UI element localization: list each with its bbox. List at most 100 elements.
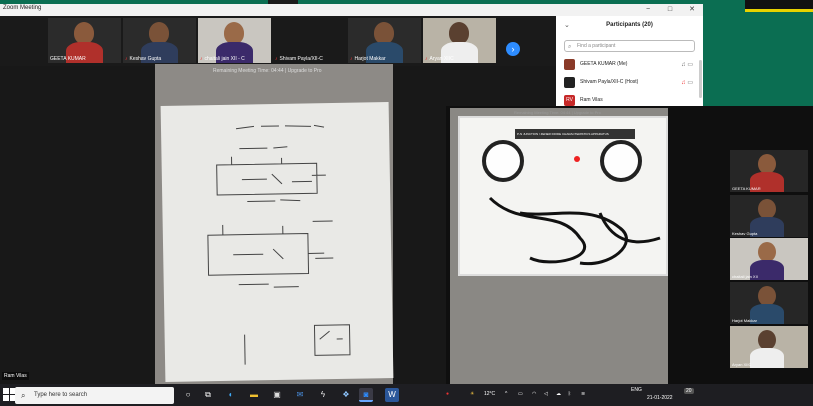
tile-name: ♪ Shivam Payla/XII-C <box>275 56 323 62</box>
tile-name: ♪ chaitali jain XII - C <box>200 56 245 62</box>
participant-name: Ram Vilas <box>580 97 603 103</box>
mic-muted-icon: ♪ <box>425 56 428 62</box>
volume-icon[interactable]: ◁ <box>544 391 548 397</box>
tile-name: GEETA KUMAR <box>732 186 761 191</box>
remaining-time-banner[interactable]: Remaining Meeting Time: 04:44 | Upgrade … <box>213 68 322 74</box>
avatar: RV <box>564 95 575 106</box>
close-button[interactable]: ✕ <box>681 4 703 16</box>
file-explorer-icon[interactable]: ▬ <box>247 388 261 402</box>
apparatus-video: P-N JUNCTION / ZENER DIODE CHARACTERISTI… <box>450 108 668 386</box>
title-bar: Zoom Meeting − □ ✕ <box>0 4 703 16</box>
video-tile[interactable]: chaitali jain XII <box>730 238 808 280</box>
next-page-button[interactable]: › <box>506 42 520 56</box>
windows-taskbar: ⌕ Type here to search ○ ⧉ ◐ ▬ ▣ ✉ ϟ ❖ ◙ … <box>0 384 813 406</box>
tray-chevron-icon[interactable]: ^ <box>505 391 507 397</box>
remaining-time-banner[interactable]: Remaining Meeting Time: 04:44 | Upgrade … <box>514 110 601 115</box>
mic-icon[interactable]: ♫ <box>681 62 686 68</box>
tile-name: ♪ Keshav Gupta <box>125 56 162 62</box>
right-video-strip: GEETA KUMAR Keshav Gupta chaitali jain X… <box>730 150 808 368</box>
participant-face <box>374 22 394 44</box>
video-tile[interactable]: ♪ chaitali jain XII - C <box>198 18 271 63</box>
apparatus-panel: P-N JUNCTION / ZENER DIODE CHARACTERISTI… <box>458 116 668 276</box>
task-view-icon[interactable]: ⧉ <box>201 388 215 402</box>
avatar <box>564 59 575 70</box>
mic-muted-icon: ♪ <box>125 56 128 62</box>
bluetooth-icon[interactable]: ᛒ <box>568 391 571 397</box>
participant-face <box>449 22 469 44</box>
tile-name: GEETA KUMAR <box>50 56 86 62</box>
tile-name: chaitali jain XII <box>732 274 758 279</box>
language-indicator[interactable]: ENG <box>631 387 642 393</box>
temperature-text[interactable]: 12°C <box>484 391 495 397</box>
video-tile[interactable]: ♪ Harjot Makkar <box>348 18 421 63</box>
mic-muted-icon: ♪ <box>350 56 353 62</box>
video-tile[interactable]: ♪ Aryan XIIC <box>423 18 496 63</box>
video-gallery-strip: GEETA KUMAR ♪ Keshav Gupta ♪ chaitali jain… <box>0 16 556 66</box>
participant-body <box>750 348 784 368</box>
video-tile[interactable]: Keshav Gupta <box>730 195 808 237</box>
participant-face <box>149 22 169 44</box>
edge-icon[interactable]: ◐ <box>224 388 238 402</box>
store-icon[interactable]: ▣ <box>270 388 284 402</box>
participant-row[interactable]: GEETA KUMAR (Me) ♫ ▭ <box>564 58 699 72</box>
avatar <box>564 77 575 88</box>
mic-muted-icon: ♪ <box>200 56 203 62</box>
handwritten-circuit-sheet <box>160 102 394 382</box>
participant-status-icons: ♫ ▭ <box>681 79 693 86</box>
participant-face <box>758 199 776 219</box>
tile-name: Harjot Makkar <box>732 318 757 323</box>
wifi-icon[interactable]: ≋ <box>581 391 585 397</box>
search-icon: ⌕ <box>21 391 26 400</box>
tile-name: Aryan XIIC <box>732 362 752 367</box>
search-placeholder: Type here to search <box>34 392 88 398</box>
mic-muted-icon: ♪ <box>275 56 278 62</box>
participant-face <box>224 22 244 44</box>
presenter-name-label: Ram Vilas <box>2 372 29 380</box>
tile-name: Keshav Gupta <box>732 231 758 236</box>
participant-search-input[interactable]: ⌕ Find a participant <box>564 40 695 52</box>
window-controls: − □ ✕ <box>637 4 703 16</box>
minimize-button[interactable]: − <box>637 4 659 16</box>
taskbar-search-input[interactable]: ⌕ Type here to search <box>15 387 174 404</box>
mic-muted-icon[interactable]: ♫ <box>681 80 686 86</box>
circuit-sketch <box>207 124 351 365</box>
video-tile[interactable]: Aryan XIIC <box>730 326 808 368</box>
tile-name: ♪ Harjot Makkar <box>350 56 386 62</box>
app-icon[interactable]: ϟ <box>316 388 330 402</box>
onedrive-icon[interactable]: ☁ <box>556 391 561 397</box>
video-tile[interactable]: GEETA KUMAR <box>730 150 808 192</box>
search-icon: ⌕ <box>568 44 572 50</box>
participants-panel: ⌄ Participants (20) ⌕ Find a participant… <box>556 16 703 106</box>
video-icon[interactable]: ▭ <box>687 80 693 86</box>
participants-scrollbar[interactable] <box>699 60 702 98</box>
participant-row[interactable]: Shivam Payla/XII-C (Host) ♫ ▭ <box>564 76 699 90</box>
wiring <box>488 196 661 266</box>
participants-title: Participants (20) <box>606 22 653 28</box>
participant-face <box>758 286 776 306</box>
tile-name: ♪ Aryan XIIC <box>425 56 454 62</box>
video-tile[interactable]: Harjot Makkar <box>730 282 808 324</box>
desktop-background-window <box>745 0 813 12</box>
mail-icon[interactable]: ✉ <box>293 388 307 402</box>
zoom-taskbar-icon[interactable]: ◙ <box>359 388 373 402</box>
maximize-button[interactable]: □ <box>659 4 681 16</box>
cortana-icon[interactable]: ○ <box>181 388 195 402</box>
video-icon[interactable]: ▭ <box>687 62 693 68</box>
taskbar-date[interactable]: 21-01-2022 <box>647 395 673 401</box>
network-icon[interactable]: ◠ <box>532 391 536 397</box>
participant-face <box>758 330 776 350</box>
video-tile[interactable]: GEETA KUMAR <box>48 18 121 63</box>
dropbox-icon[interactable]: ❖ <box>339 388 353 402</box>
participant-name: Shivam Payla/XII-C (Host) <box>580 79 639 85</box>
notification-badge[interactable]: 20 <box>684 388 694 394</box>
video-tile[interactable]: ♪ Shivam Payla/XII-C <box>273 18 346 63</box>
participant-face <box>74 22 94 44</box>
participant-name: GEETA KUMAR (Me) <box>580 61 628 67</box>
video-tile[interactable]: ♪ Keshav Gupta <box>123 18 196 63</box>
word-icon[interactable]: W <box>385 388 399 402</box>
search-placeholder: Find a participant <box>577 43 616 49</box>
weather-icon[interactable]: ☀ <box>470 391 474 397</box>
participant-face <box>758 154 776 174</box>
battery-icon[interactable]: ▭ <box>518 391 523 397</box>
tray-app-icon[interactable]: ● <box>446 391 449 397</box>
